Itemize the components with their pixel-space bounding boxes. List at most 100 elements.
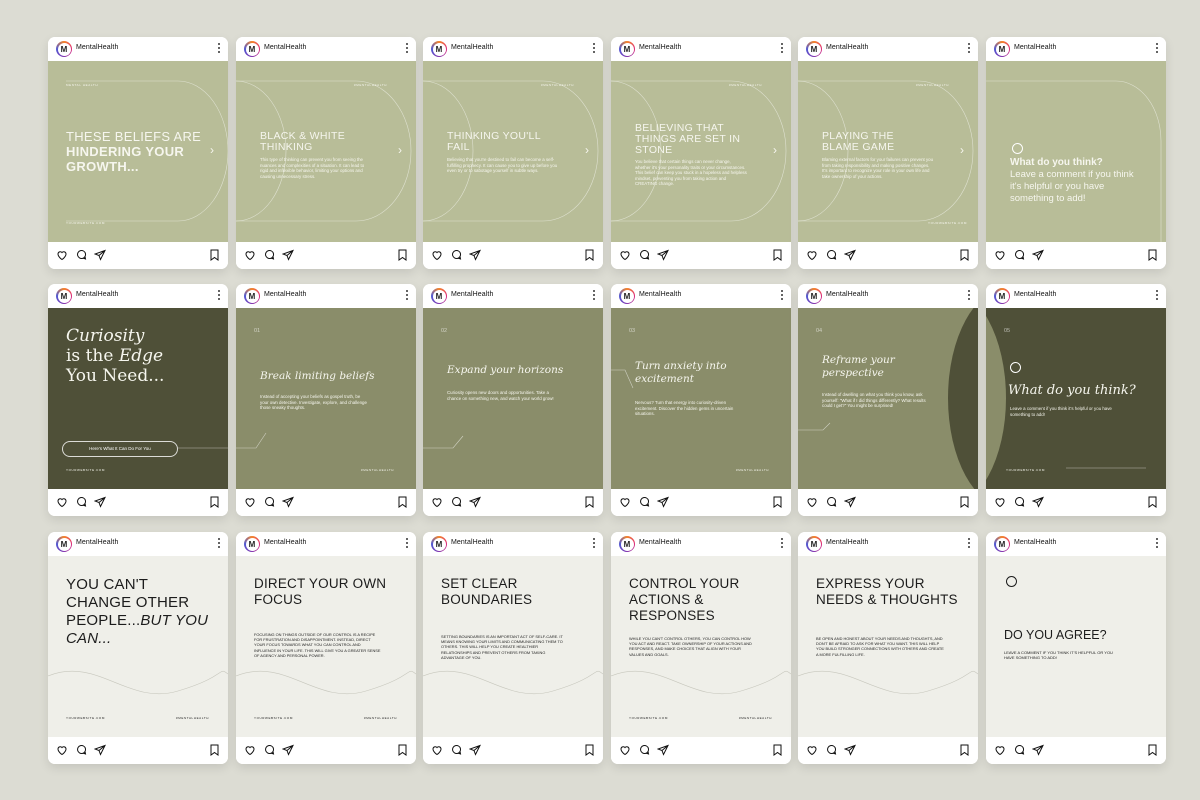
share-icon[interactable]: [94, 744, 106, 756]
post-slide[interactable]: EXPRESS YOUR NEEDS & THOUGHTS BE OPEN AND…: [798, 556, 978, 737]
account-handle[interactable]: MentalHealth: [264, 539, 306, 546]
instagram-post[interactable]: M MentalHealth Curiosity is the Edge You Nee…: [48, 284, 228, 516]
account-handle[interactable]: MentalHealth: [451, 44, 493, 51]
chevron-right-icon[interactable]: ›: [210, 143, 214, 157]
avatar[interactable]: M: [244, 41, 260, 57]
heart-icon[interactable]: [56, 744, 68, 756]
more-options-icon[interactable]: [1156, 538, 1158, 549]
comment-icon[interactable]: [263, 496, 275, 508]
comment-icon[interactable]: [1013, 496, 1025, 508]
comment-icon[interactable]: [450, 496, 462, 508]
comment-icon[interactable]: [75, 249, 87, 261]
chevron-right-icon[interactable]: ›: [398, 143, 402, 157]
bookmark-icon[interactable]: [772, 496, 783, 508]
comment-icon[interactable]: [450, 744, 462, 756]
more-options-icon[interactable]: [218, 43, 220, 54]
share-icon[interactable]: [94, 249, 106, 261]
post-slide[interactable]: YOU CAN'T CHANGE OTHER PEOPLE...BUT YOU …: [48, 556, 228, 737]
bookmark-icon[interactable]: [1147, 249, 1158, 261]
avatar[interactable]: M: [619, 288, 635, 304]
comment-icon[interactable]: [1013, 744, 1025, 756]
account-handle[interactable]: MentalHealth: [639, 539, 681, 546]
heart-icon[interactable]: [431, 496, 443, 508]
comment-icon[interactable]: [825, 496, 837, 508]
share-icon[interactable]: [94, 496, 106, 508]
heart-icon[interactable]: [56, 249, 68, 261]
instagram-post[interactable]: M MentalHealth #MENTALHEALTH PLAYING THE BL…: [798, 37, 978, 269]
instagram-post[interactable]: M MentalHealth YOU CAN'T CHANGE OTHER PEOP…: [48, 532, 228, 764]
more-options-icon[interactable]: [593, 538, 595, 549]
avatar[interactable]: M: [56, 41, 72, 57]
share-icon[interactable]: [657, 496, 669, 508]
post-slide[interactable]: #MENTALHEALTH BELIEVING THAT THINGS ARE S…: [611, 61, 791, 242]
avatar[interactable]: M: [806, 288, 822, 304]
post-slide[interactable]: CONTROL YOUR ACTIONS & RESPONSES WHILE YO…: [611, 556, 791, 737]
more-options-icon[interactable]: [1156, 290, 1158, 301]
comment-icon[interactable]: [638, 249, 650, 261]
heart-icon[interactable]: [994, 496, 1006, 508]
heart-icon[interactable]: [619, 249, 631, 261]
share-icon[interactable]: [1032, 744, 1044, 756]
instagram-post[interactable]: M MentalHealth 03 Turn anxiety into excitem…: [611, 284, 791, 516]
account-handle[interactable]: MentalHealth: [639, 44, 681, 51]
bookmark-icon[interactable]: [584, 496, 595, 508]
comment-icon[interactable]: [638, 496, 650, 508]
more-options-icon[interactable]: [406, 290, 408, 301]
bookmark-icon[interactable]: [959, 496, 970, 508]
comment-icon[interactable]: [638, 744, 650, 756]
chevron-right-icon[interactable]: ›: [773, 143, 777, 157]
heart-icon[interactable]: [56, 496, 68, 508]
comment-icon[interactable]: [450, 249, 462, 261]
avatar[interactable]: M: [244, 536, 260, 552]
more-options-icon[interactable]: [968, 290, 970, 301]
share-icon[interactable]: [844, 249, 856, 261]
avatar[interactable]: M: [619, 536, 635, 552]
account-handle[interactable]: MentalHealth: [264, 44, 306, 51]
heart-icon[interactable]: [994, 249, 1006, 261]
share-icon[interactable]: [469, 496, 481, 508]
more-options-icon[interactable]: [218, 538, 220, 549]
avatar[interactable]: M: [431, 288, 447, 304]
account-handle[interactable]: MentalHealth: [826, 291, 868, 298]
avatar[interactable]: M: [994, 536, 1010, 552]
more-options-icon[interactable]: [781, 43, 783, 54]
more-options-icon[interactable]: [968, 43, 970, 54]
bookmark-icon[interactable]: [772, 249, 783, 261]
chevron-right-icon[interactable]: ›: [960, 143, 964, 157]
account-handle[interactable]: MentalHealth: [76, 291, 118, 298]
more-options-icon[interactable]: [218, 290, 220, 301]
instagram-post[interactable]: M MentalHealth 05 What do you think? Leave a…: [986, 284, 1166, 516]
instagram-post[interactable]: M MentalHealth DIRECT YOUR OWN FOCUS FOCUSI…: [236, 532, 416, 764]
account-handle[interactable]: MentalHealth: [451, 291, 493, 298]
instagram-post[interactable]: M MentalHealth MENTAL HEALTH THESE BELIEFS …: [48, 37, 228, 269]
instagram-post[interactable]: M MentalHealth #MENTALHEALTH BELIEVING THAT…: [611, 37, 791, 269]
comment-icon[interactable]: [1013, 249, 1025, 261]
share-icon[interactable]: [282, 744, 294, 756]
account-handle[interactable]: MentalHealth: [264, 291, 306, 298]
post-slide[interactable]: #MENTALHEALTH THINKING YOU'LL FAIL Believi…: [423, 61, 603, 242]
more-options-icon[interactable]: [968, 538, 970, 549]
account-handle[interactable]: MentalHealth: [1014, 291, 1056, 298]
heart-icon[interactable]: [244, 249, 256, 261]
heart-icon[interactable]: [806, 496, 818, 508]
bookmark-icon[interactable]: [772, 744, 783, 756]
post-slide[interactable]: DO YOU AGREE? LEAVE A COMMENT IF YOU THIN…: [986, 556, 1166, 737]
more-options-icon[interactable]: [593, 290, 595, 301]
avatar[interactable]: M: [56, 288, 72, 304]
bookmark-icon[interactable]: [1147, 496, 1158, 508]
post-slide[interactable]: DIRECT YOUR OWN FOCUS FOCUSING ON THINGS …: [236, 556, 416, 737]
post-slide[interactable]: SET CLEAR BOUNDARIES SETTING BOUNDARIES I…: [423, 556, 603, 737]
heart-icon[interactable]: [806, 744, 818, 756]
avatar[interactable]: M: [619, 41, 635, 57]
account-handle[interactable]: MentalHealth: [1014, 44, 1056, 51]
comment-icon[interactable]: [75, 744, 87, 756]
instagram-post[interactable]: M MentalHealth What do you think? Leave a c…: [986, 37, 1166, 269]
heart-icon[interactable]: [244, 496, 256, 508]
share-icon[interactable]: [844, 496, 856, 508]
instagram-post[interactable]: M MentalHealth 01 Break limiting beliefs Ins…: [236, 284, 416, 516]
comment-icon[interactable]: [263, 744, 275, 756]
chevron-right-icon[interactable]: ›: [585, 143, 589, 157]
heart-icon[interactable]: [431, 744, 443, 756]
avatar[interactable]: M: [431, 536, 447, 552]
instagram-post[interactable]: M MentalHealth CONTROL YOUR ACTIONS & RESP…: [611, 532, 791, 764]
